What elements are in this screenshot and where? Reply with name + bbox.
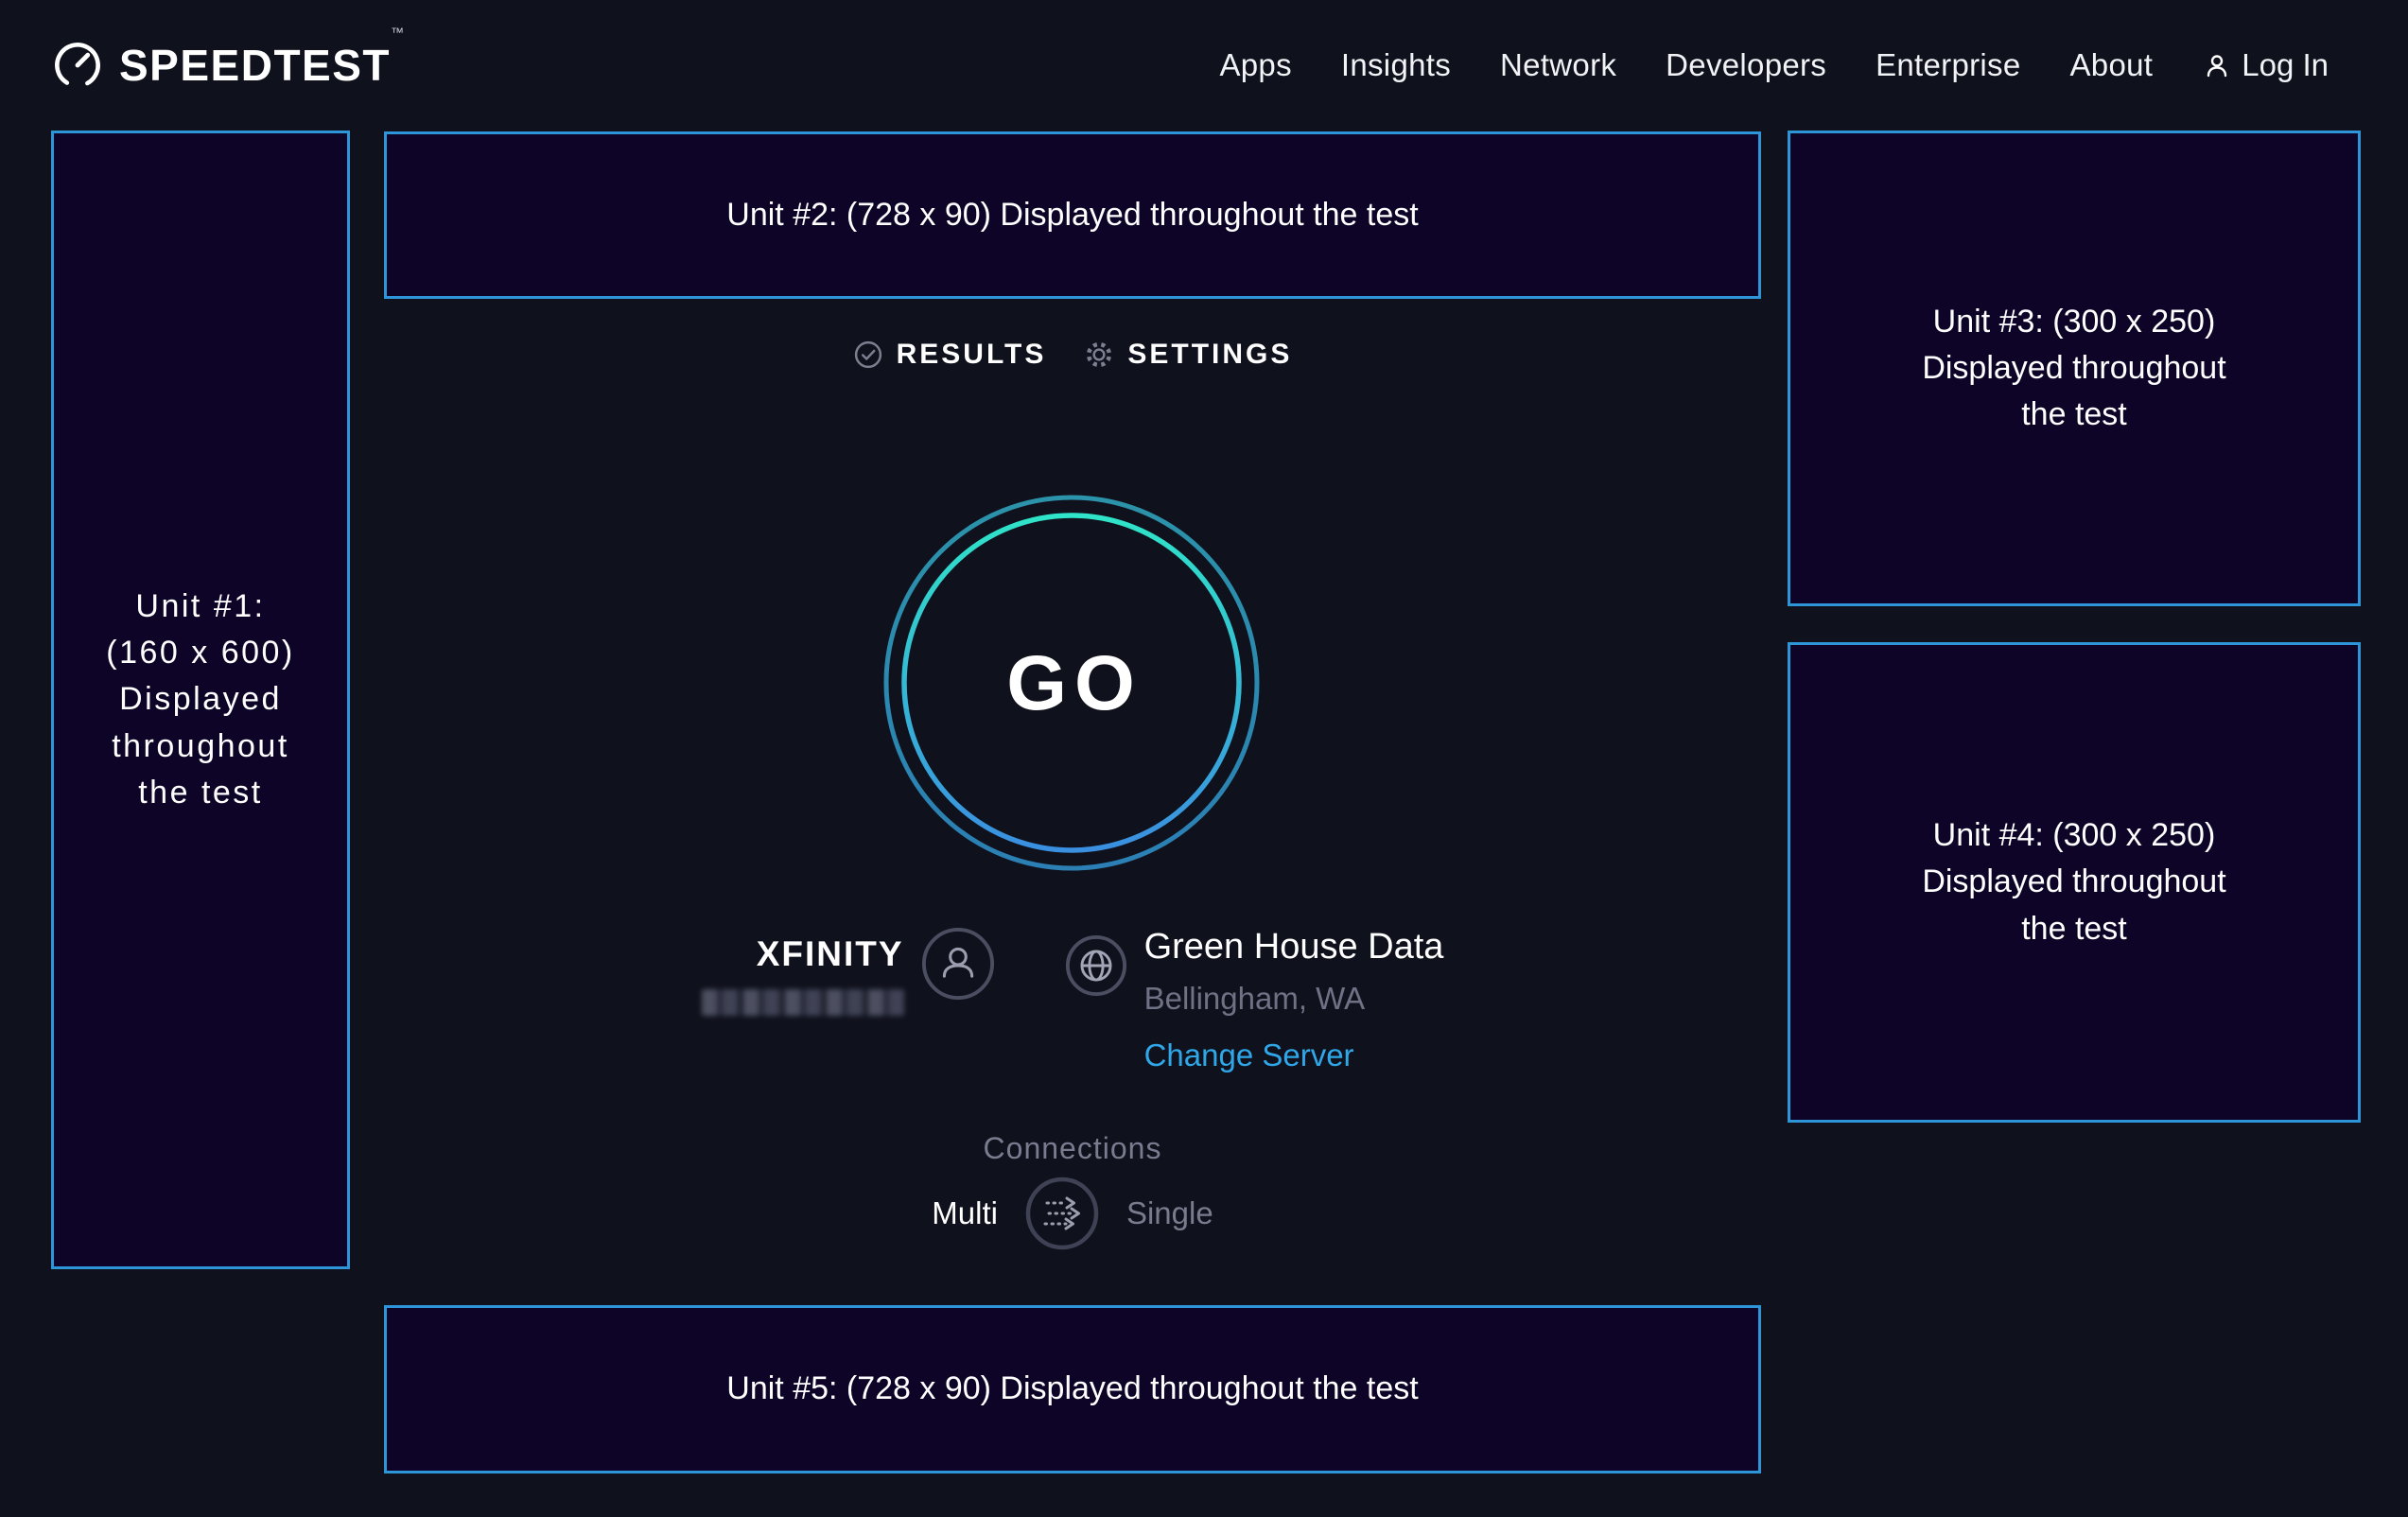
- isp-ip-redacted: [702, 989, 904, 1016]
- ad-slot-unit5-728x90[interactable]: Unit #5: (728 x 90) Displayed throughout…: [384, 1305, 1761, 1473]
- login-label: Log In: [2242, 47, 2329, 83]
- isp-name: XFINITY: [757, 934, 904, 974]
- login-button[interactable]: Log In: [2202, 47, 2329, 83]
- nav-item-apps[interactable]: Apps: [1219, 47, 1291, 83]
- nav-item-about[interactable]: About: [2070, 47, 2154, 83]
- ad-slot-unit4-300x250[interactable]: Unit #4: (300 x 250) Displayed throughou…: [1788, 642, 2361, 1123]
- speedometer-gauge-icon: [51, 39, 104, 92]
- server-info: Green House Data Bellingham, WA Change S…: [1065, 927, 1444, 1073]
- change-server-link[interactable]: Change Server: [1144, 1037, 1354, 1073]
- isp-user-icon: [921, 927, 995, 1001]
- go-button-label: GO: [1006, 640, 1143, 726]
- connections-single-label[interactable]: Single: [1126, 1195, 1213, 1231]
- ad-slot-unit2-728x90[interactable]: Unit #2: (728 x 90) Displayed throughout…: [384, 131, 1761, 299]
- user-icon: [2202, 50, 2232, 80]
- connections-toggle-row: Multi Single: [384, 1176, 1761, 1251]
- isp-text-column: XFINITY: [702, 927, 904, 1016]
- go-button-rings: GO: [873, 484, 1270, 881]
- multi-connection-toggle-icon[interactable]: [1024, 1176, 1100, 1251]
- ad-text: Unit #3: (300 x 250) Displayed throughou…: [1922, 299, 2225, 439]
- connections-label: Connections: [384, 1131, 1761, 1166]
- check-circle-icon: [853, 340, 883, 370]
- server-name: Green House Data: [1144, 927, 1444, 968]
- tab-settings-label: SETTINGS: [1127, 339, 1292, 371]
- go-button[interactable]: GO: [873, 484, 1270, 881]
- gear-icon: [1084, 340, 1114, 370]
- ad-text: Unit #5: (728 x 90) Displayed throughout…: [726, 1366, 1418, 1412]
- tab-results[interactable]: RESULTS: [853, 339, 1047, 371]
- nav-item-insights[interactable]: Insights: [1341, 47, 1451, 83]
- nav-menu: Apps Insights Network Developers Enterpr…: [1219, 47, 2329, 83]
- ad-text: Unit #1: (160 x 600) Displayed throughou…: [106, 584, 295, 816]
- ad-text: Unit #4: (300 x 250) Displayed throughou…: [1922, 812, 2225, 952]
- logo-wordmark: SPEEDTEST™: [119, 40, 404, 91]
- top-nav-bar: SPEEDTEST™ Apps Insights Network Develop…: [0, 0, 2408, 131]
- tab-settings[interactable]: SETTINGS: [1084, 339, 1292, 371]
- nav-item-enterprise[interactable]: Enterprise: [1876, 47, 2020, 83]
- server-location: Bellingham, WA: [1144, 981, 1366, 1017]
- connections-multi-label[interactable]: Multi: [932, 1195, 998, 1231]
- isp-info: XFINITY: [702, 927, 995, 1016]
- server-globe-icon: [1065, 934, 1127, 997]
- speedtest-logo[interactable]: SPEEDTEST™: [51, 39, 404, 92]
- ad-slot-unit1-160x600[interactable]: Unit #1: (160 x 600) Displayed throughou…: [51, 131, 350, 1269]
- globe-wrap: [1065, 934, 1127, 1002]
- results-settings-tabs: RESULTS SETTINGS: [384, 339, 1761, 371]
- speedtest-page: SPEEDTEST™ Apps Insights Network Develop…: [0, 0, 2408, 1517]
- tab-results-label: RESULTS: [897, 339, 1047, 371]
- logo-text: SPEEDTEST: [119, 41, 391, 90]
- connection-info-row: XFINITY Green House Data Bellingha: [384, 927, 1761, 1073]
- nav-item-network[interactable]: Network: [1500, 47, 1616, 83]
- nav-item-developers[interactable]: Developers: [1666, 47, 1826, 83]
- ad-text: Unit #2: (728 x 90) Displayed throughout…: [726, 192, 1418, 238]
- ad-slot-unit3-300x250[interactable]: Unit #3: (300 x 250) Displayed throughou…: [1788, 131, 2361, 606]
- trademark-mark: ™: [391, 25, 404, 40]
- server-text-column: Green House Data Bellingham, WA Change S…: [1144, 927, 1444, 1073]
